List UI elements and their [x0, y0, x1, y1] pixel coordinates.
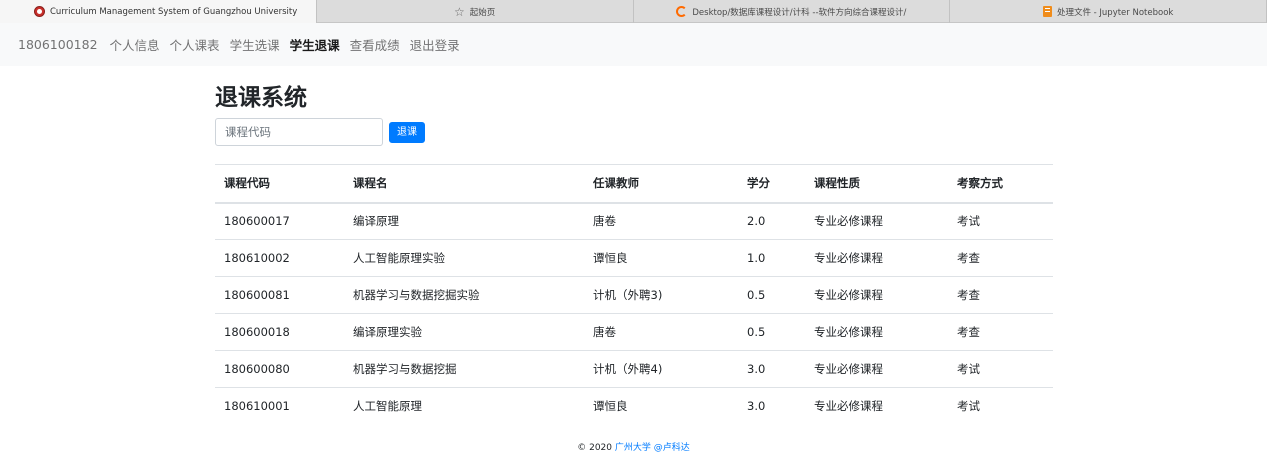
cell-course-code: 180600018: [224, 325, 290, 339]
cell-assessment: 考查: [957, 288, 980, 302]
cell-course-name: 编译原理实验: [353, 325, 422, 339]
cell-course-name: 编译原理: [353, 214, 399, 229]
cell-course-name: 机器学习与数据挖掘: [353, 362, 457, 376]
table-row: 180600080 机器学习与数据挖掘 计机（外聘4) 3.0 专业必修课程 考…: [215, 351, 1053, 388]
browser-tab-notebook[interactable]: 处理文件 - Jupyter Notebook: [950, 0, 1267, 23]
cell-teacher: 谭恒良: [593, 251, 628, 265]
cell-course-type: 专业必修课程: [814, 362, 883, 376]
course-code-input[interactable]: [215, 118, 383, 146]
cell-credits: 3.0: [747, 362, 766, 376]
cell-assessment: 考试: [957, 214, 980, 229]
page-title: 退课系统: [215, 85, 307, 111]
browser-tab-title: 处理文件 - Jupyter Notebook: [1056, 7, 1174, 18]
cell-assessment: 考试: [957, 362, 980, 376]
browser-tab-title: Desktop/数据库课程设计/计科 --软件方向综合课程设计/: [692, 7, 907, 18]
cell-assessment: 考试: [957, 399, 980, 414]
cell-course-type: 专业必修课程: [814, 325, 883, 339]
cell-course-code: 180610001: [224, 399, 290, 414]
footer-university-link[interactable]: 广州大学 @卢科达: [615, 443, 690, 453]
drop-course-button[interactable]: 退课: [389, 121, 425, 143]
drop-form: 退课: [215, 118, 1053, 146]
nav-link-logout[interactable]: 退出登录: [410, 35, 460, 54]
navbar: 1806100182 个人信息 个人课表 学生选课 学生退课 查看成绩 退出登录: [0, 23, 1267, 66]
nav-link-course-selection[interactable]: 学生选课: [230, 35, 280, 54]
table-row: 180600017 编译原理 唐卷 2.0 专业必修课程 考试: [215, 203, 1053, 240]
nav-link-timetable[interactable]: 个人课表: [170, 35, 220, 54]
nav-link-personal-info[interactable]: 个人信息: [110, 35, 160, 54]
cell-teacher: 唐卷: [593, 325, 616, 339]
cell-course-type: 专业必修课程: [814, 251, 883, 265]
gzhu-logo-icon: [34, 6, 45, 17]
column-header-teacher: 任课教师: [593, 176, 639, 191]
browser-tab-title: Curriculum Management System of Guangzho…: [50, 6, 298, 17]
table-row: 180600018 编译原理实验 唐卷 0.5 专业必修课程 考查: [215, 314, 1053, 351]
cell-credits: 0.5: [747, 288, 766, 302]
cell-credits: 3.0: [747, 399, 766, 414]
cell-teacher: 唐卷: [593, 214, 616, 229]
column-header-assessment: 考察方式: [957, 176, 1003, 191]
cell-course-code: 180610002: [224, 251, 290, 265]
nav-link-course-drop[interactable]: 学生退课: [290, 35, 340, 54]
footer: © 2020 广州大学 @卢科达: [0, 440, 1267, 453]
cell-assessment: 考查: [957, 251, 980, 265]
cell-course-type: 专业必修课程: [814, 399, 883, 414]
cell-course-name: 机器学习与数据挖掘实验: [353, 288, 480, 302]
notebook-icon: [1042, 6, 1052, 17]
browser-tab-start-page[interactable]: ☆ 起始页: [317, 0, 634, 23]
cell-course-type: 专业必修课程: [814, 288, 883, 302]
cell-credits: 0.5: [747, 325, 766, 339]
column-header-course-code: 课程代码: [224, 176, 270, 191]
cell-teacher: 谭恒良: [593, 399, 628, 414]
cell-course-code: 180600081: [224, 288, 290, 302]
cell-teacher: 计机（外聘3): [593, 288, 663, 302]
cell-assessment: 考查: [957, 325, 980, 339]
table-header-row: 课程代码 课程名 任课教师 学分 课程性质 考察方式: [215, 164, 1053, 203]
browser-tab-gzhu[interactable]: Curriculum Management System of Guangzho…: [0, 0, 317, 23]
star-icon: ☆: [454, 4, 465, 19]
footer-copyright: © 2020: [577, 443, 612, 453]
table-row: 180610002 人工智能原理实验 谭恒良 1.0 专业必修课程 考查: [215, 240, 1053, 277]
column-header-credits: 学分: [747, 176, 770, 191]
column-header-course-name: 课程名: [353, 176, 388, 191]
cell-course-name: 人工智能原理实验: [353, 251, 445, 265]
cell-course-name: 人工智能原理: [353, 399, 422, 414]
enrolled-courses-table: 课程代码 课程名 任课教师 学分 课程性质 考察方式 180600017 编译原…: [215, 164, 1053, 425]
cell-credits: 2.0: [747, 214, 766, 229]
table-row: 180610001 人工智能原理 谭恒良 3.0 专业必修课程 考试: [215, 388, 1053, 425]
cell-course-type: 专业必修课程: [814, 214, 883, 229]
browser-tab-jupyter-dir[interactable]: Desktop/数据库课程设计/计科 --软件方向综合课程设计/: [634, 0, 951, 23]
browser-tab-strip: Curriculum Management System of Guangzho…: [0, 0, 1267, 23]
cell-course-code: 180600080: [224, 362, 290, 376]
navbar-brand-student-id[interactable]: 1806100182: [18, 37, 98, 52]
nav-link-grades[interactable]: 查看成绩: [350, 35, 400, 54]
table-row: 180600081 机器学习与数据挖掘实验 计机（外聘3) 0.5 专业必修课程…: [215, 277, 1053, 314]
browser-tab-title: 起始页: [469, 7, 496, 18]
cell-teacher: 计机（外聘4): [593, 362, 663, 376]
column-header-course-type: 课程性质: [814, 176, 860, 191]
cell-course-code: 180600017: [224, 214, 290, 229]
cell-credits: 1.0: [747, 251, 766, 265]
jupyter-loader-icon: [676, 6, 688, 17]
main-content: 退课系统 退课 课程代码 课程名 任课教师 学分 课程性质 考察方式 18060…: [215, 82, 1053, 413]
